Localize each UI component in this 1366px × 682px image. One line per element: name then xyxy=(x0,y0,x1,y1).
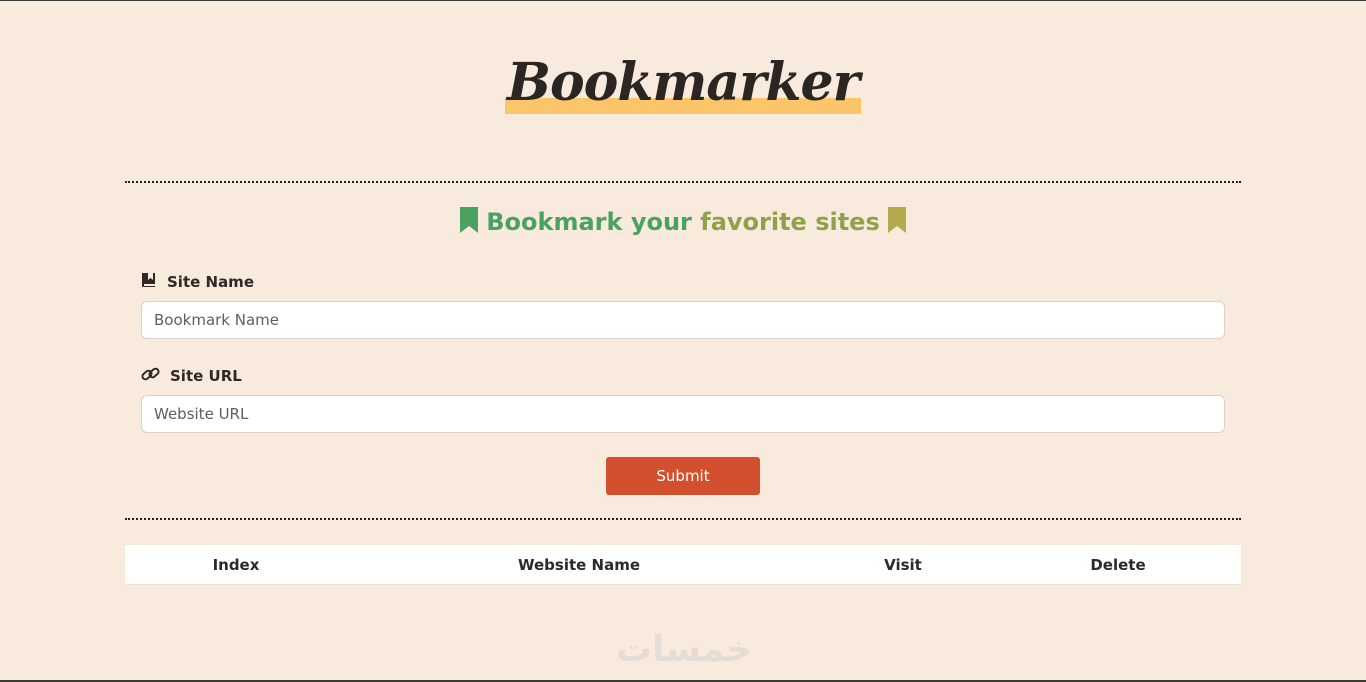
column-header-visit: Visit xyxy=(884,555,922,574)
link-icon xyxy=(141,366,160,386)
site-url-label: Site URL xyxy=(141,366,242,386)
bookmark-icon xyxy=(888,207,907,241)
watermark-logo: خمسات xyxy=(615,629,753,670)
divider-top xyxy=(125,181,1241,183)
column-header-website-name: Website Name xyxy=(517,555,641,574)
column-header-index: Index xyxy=(212,555,260,574)
top-border xyxy=(0,0,1366,1)
bookmark-icon xyxy=(459,207,478,241)
bookmarks-table-header: Index Website Name Visit Delete xyxy=(125,545,1241,585)
submit-button[interactable]: Submit xyxy=(606,457,760,495)
page-title: Bookmarker xyxy=(505,52,861,114)
site-name-input[interactable] xyxy=(141,301,1225,339)
form-heading-part-2: favorite sites xyxy=(700,208,880,236)
header: Bookmarker xyxy=(0,52,1366,114)
divider-bottom xyxy=(125,518,1241,520)
site-name-label: Site Name xyxy=(141,272,254,292)
form-heading-part-1: Bookmark your xyxy=(486,208,692,236)
site-url-input[interactable] xyxy=(141,395,1225,433)
form-heading: Bookmark your favorite sites xyxy=(0,206,1366,241)
column-header-delete: Delete xyxy=(1090,555,1146,574)
book-bookmark-icon xyxy=(141,272,157,292)
